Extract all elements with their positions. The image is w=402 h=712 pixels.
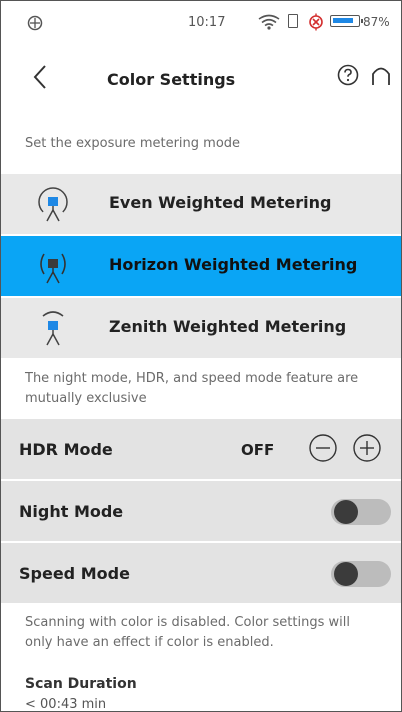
metering-caption: Set the exposure metering mode bbox=[25, 136, 241, 151]
page-title: Color Settings bbox=[107, 70, 236, 89]
scan-duration-title: Scan Duration bbox=[25, 676, 137, 692]
metering-option-horizon[interactable]: Horizon Weighted Metering bbox=[1, 236, 401, 296]
speed-mode-toggle[interactable] bbox=[331, 561, 391, 587]
battery-percent: 87% bbox=[363, 15, 390, 29]
hdr-mode-value: OFF bbox=[241, 441, 275, 459]
alert-icon bbox=[309, 13, 323, 31]
even-metering-icon bbox=[38, 187, 68, 222]
speed-mode-label: Speed Mode bbox=[19, 564, 130, 583]
speed-mode-row: Speed Mode bbox=[1, 543, 401, 603]
minus-circle-icon[interactable] bbox=[308, 433, 338, 463]
sim-icon bbox=[288, 14, 298, 28]
app-frame: 10:17 87% Color Settings Set the exposur… bbox=[0, 0, 402, 712]
scan-duration-value: < 00:43 min bbox=[25, 697, 107, 712]
question-circle-icon[interactable] bbox=[337, 64, 359, 86]
toggle-knob bbox=[334, 500, 358, 524]
metering-option-label: Zenith Weighted Metering bbox=[109, 317, 347, 336]
home-arch-icon[interactable] bbox=[370, 64, 392, 86]
toggle-knob bbox=[334, 562, 358, 586]
hdr-mode-label: HDR Mode bbox=[19, 440, 113, 459]
color-note: Scanning with color is disabled. Color s… bbox=[25, 615, 350, 650]
horizon-metering-icon bbox=[40, 253, 66, 284]
chevron-left-icon[interactable] bbox=[29, 63, 53, 91]
night-mode-row: Night Mode bbox=[1, 481, 401, 541]
metering-option-even[interactable]: Even Weighted Metering bbox=[1, 174, 401, 234]
battery-icon bbox=[330, 15, 363, 27]
app-logo-icon bbox=[27, 15, 43, 31]
night-mode-toggle[interactable] bbox=[331, 499, 391, 525]
metering-option-label: Horizon Weighted Metering bbox=[109, 255, 358, 274]
wifi-icon bbox=[258, 14, 280, 30]
app-header: Color Settings bbox=[1, 49, 401, 105]
status-time: 10:17 bbox=[188, 15, 226, 30]
night-mode-label: Night Mode bbox=[19, 502, 124, 521]
modes-caption: The night mode, HDR, and speed mode feat… bbox=[25, 371, 359, 406]
zenith-metering-icon bbox=[42, 311, 64, 346]
metering-option-label: Even Weighted Metering bbox=[109, 193, 332, 212]
status-bar: 10:17 87% bbox=[1, 1, 401, 49]
plus-circle-icon[interactable] bbox=[352, 433, 382, 463]
metering-option-zenith[interactable]: Zenith Weighted Metering bbox=[1, 298, 401, 358]
hdr-mode-row: HDR Mode OFF bbox=[1, 419, 401, 479]
